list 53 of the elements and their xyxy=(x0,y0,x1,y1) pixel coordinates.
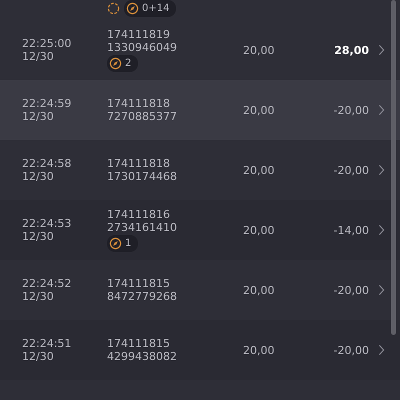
bet-time: 22:24:52 xyxy=(22,277,72,290)
list-row[interactable]: 22:24:53 12/30 174111816 2734161410 1 20,00 -14,00 xyxy=(0,200,400,260)
chevron-right-icon xyxy=(378,284,385,296)
bet-id: 4299438082 xyxy=(107,350,177,363)
compass-icon xyxy=(126,2,139,15)
result-amount: -14,00 xyxy=(332,224,369,236)
bet-time: 22:25:00 xyxy=(22,37,72,50)
badge-count: 0+14 xyxy=(142,2,170,14)
stake-amount: 20,00 xyxy=(243,344,276,356)
bet-time: 22:24:51 xyxy=(22,337,72,350)
badge-count: 1 xyxy=(125,238,132,250)
bet-date: 12/30 xyxy=(22,230,55,243)
compass-icon xyxy=(109,57,122,70)
list-row[interactable]: 22:24:51 12/30 174111815 4299438082 20,00 -20,00 xyxy=(0,320,400,380)
bet-date: 12/30 xyxy=(22,290,55,303)
chevron-right-icon xyxy=(378,224,385,236)
chevron-right-icon xyxy=(378,104,385,116)
round-number: 174111816 xyxy=(107,208,170,221)
chevron-right-icon xyxy=(378,344,385,356)
bet-time: 22:24:58 xyxy=(22,157,72,170)
bet-id: 1330946049 xyxy=(107,41,177,54)
bet-id: 1730174468 xyxy=(107,170,177,183)
badge-count: 2 xyxy=(125,58,132,70)
round-number: 174111819 xyxy=(107,28,170,41)
stake-amount: 20,00 xyxy=(243,284,276,296)
loading-icon xyxy=(107,2,120,14)
stake-amount: 20,00 xyxy=(243,104,276,116)
stake-amount: 20,00 xyxy=(243,44,276,56)
bet-date: 12/30 xyxy=(22,350,55,363)
result-amount: -20,00 xyxy=(332,284,369,296)
bet-time: 22:24:53 xyxy=(22,217,72,230)
round-number: 174111815 xyxy=(107,277,170,290)
compass-icon xyxy=(109,237,122,250)
bet-id: 8472779268 xyxy=(107,290,177,303)
chevron-right-icon xyxy=(378,44,385,56)
bet-id: 2734161410 xyxy=(107,221,177,234)
bet-date: 12/30 xyxy=(22,50,55,63)
round-number: 174111818 xyxy=(107,97,170,110)
list-row[interactable]: 22:24:59 12/30 174111818 7270885377 20,00 -20,00 xyxy=(0,80,400,140)
round-number: 174111815 xyxy=(107,337,170,350)
round-number: 174111818 xyxy=(107,157,170,170)
result-amount: -20,00 xyxy=(332,164,369,176)
bet-time: 22:24:59 xyxy=(22,97,72,110)
bet-date: 12/30 xyxy=(22,110,55,123)
result-amount: 28,00 xyxy=(333,44,369,56)
stake-amount: 20,00 xyxy=(243,164,276,176)
stake-amount: 20,00 xyxy=(243,224,276,236)
scrollbar[interactable] xyxy=(391,0,396,335)
chevron-right-icon xyxy=(378,164,385,176)
bet-date: 12/30 xyxy=(22,170,55,183)
result-amount: -20,00 xyxy=(332,344,369,356)
result-amount: -20,00 xyxy=(332,104,369,116)
bet-id: 7270885377 xyxy=(107,110,177,123)
